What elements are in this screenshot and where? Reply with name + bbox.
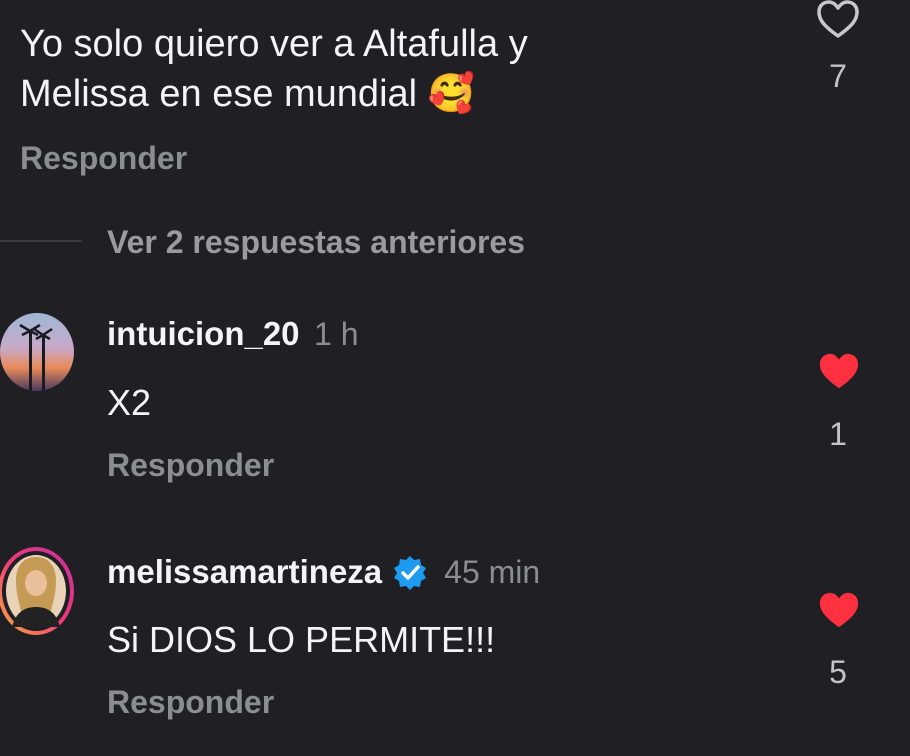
- reply-header: intuicion_20 1 h: [107, 315, 358, 353]
- reply-header: melissamartineza 45 min: [107, 553, 540, 591]
- view-previous-replies-link[interactable]: Ver 2 respuestas anteriores: [107, 224, 525, 261]
- smiling-hearts-emoji: 🥰: [427, 73, 475, 115]
- timestamp: 1 h: [314, 316, 359, 352]
- thread-divider: [0, 240, 82, 242]
- timestamp: 45 min: [444, 553, 541, 590]
- verified-badge-icon: [392, 554, 428, 590]
- heart-filled-icon[interactable]: [816, 591, 862, 633]
- comment-text-line1: Yo solo quiero ver a Altafulla y: [20, 23, 528, 65]
- comment-text-line2: Melissa en ese mundial 🥰: [20, 71, 475, 117]
- like-count: 7: [829, 58, 847, 94]
- like-count: 5: [829, 654, 847, 690]
- reply-text: X2: [107, 382, 152, 423]
- like-count: 1: [829, 416, 847, 452]
- reply-button[interactable]: Responder: [107, 684, 274, 721]
- reply-button[interactable]: Responder: [20, 140, 187, 177]
- reply-text: Si DIOS LO PERMITE!!!: [107, 619, 496, 660]
- heart-outline-icon[interactable]: [814, 0, 862, 44]
- username[interactable]: melissamartineza: [107, 553, 382, 591]
- comment-text-line2-text: Melissa en ese mundial: [20, 73, 418, 115]
- reply-button[interactable]: Responder: [107, 447, 274, 484]
- username[interactable]: intuicion_20: [107, 315, 300, 352]
- heart-filled-icon[interactable]: [816, 352, 862, 394]
- avatar[interactable]: [0, 313, 74, 391]
- avatar-story-ring[interactable]: [0, 545, 80, 637]
